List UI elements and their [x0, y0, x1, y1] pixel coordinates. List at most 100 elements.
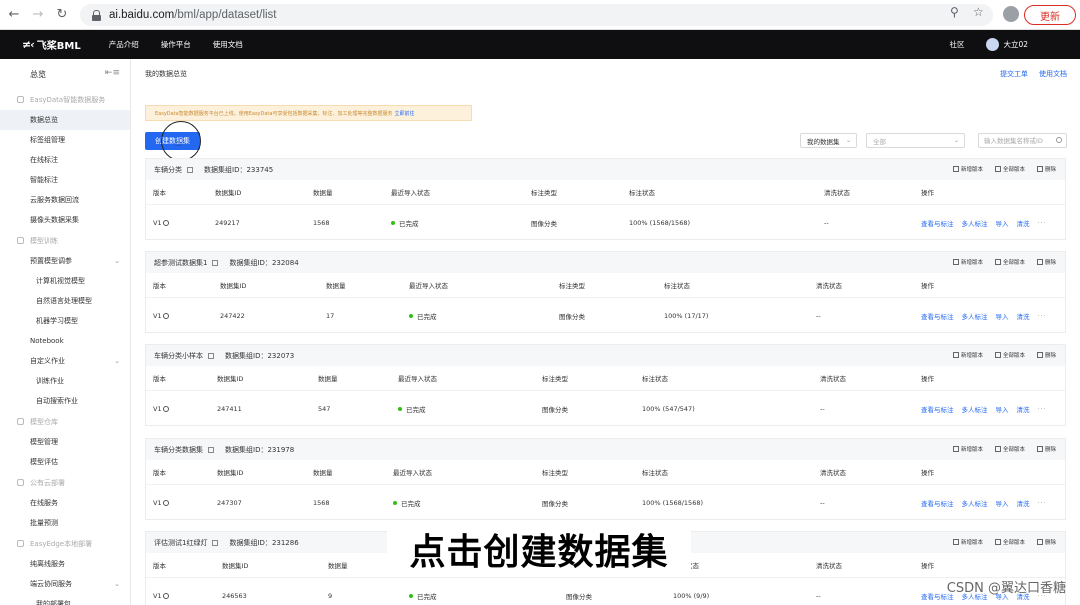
- topnav-item-docs[interactable]: 使用文档: [213, 39, 243, 50]
- edit-icon[interactable]: [208, 446, 214, 453]
- topnav-item-intro[interactable]: 产品介绍: [109, 39, 139, 50]
- profile-icon[interactable]: [1003, 6, 1019, 22]
- search-input[interactable]: [978, 133, 1067, 148]
- sidebar-item[interactable]: 自然语言处理模型: [0, 291, 130, 311]
- add-version-button[interactable]: 新增版本: [952, 445, 983, 453]
- version-cell[interactable]: V1: [153, 578, 169, 605]
- view-label-link[interactable]: 查看与标注: [921, 498, 954, 508]
- avatar[interactable]: [986, 38, 1000, 51]
- more-icon[interactable]: ···: [1038, 405, 1047, 413]
- sidebar-item[interactable]: 端云协同服务 ⌄: [0, 574, 130, 594]
- sidebar-item[interactable]: Notebook: [0, 331, 130, 351]
- sidebar-item[interactable]: 批量预测: [0, 513, 130, 533]
- version-more-icon[interactable]: [162, 405, 169, 412]
- community-link[interactable]: 社区: [949, 39, 964, 50]
- dataset-type-select[interactable]: 全部 ⌄: [866, 133, 965, 148]
- all-versions-button[interactable]: 全部版本: [994, 165, 1025, 173]
- multi-label-link[interactable]: 多人标注: [962, 498, 988, 508]
- sidebar-item-label: 智能标注: [30, 176, 58, 184]
- sidebar-item[interactable]: 标签组管理: [0, 130, 130, 150]
- edit-icon[interactable]: [187, 166, 193, 173]
- sidebar-item[interactable]: 计算机视觉模型: [0, 271, 130, 291]
- notice-link[interactable]: 立即前往: [394, 110, 414, 117]
- docs-link[interactable]: 使用文档: [1039, 69, 1067, 79]
- add-version-button[interactable]: 新增版本: [952, 351, 983, 359]
- version-more-icon[interactable]: [162, 219, 169, 226]
- view-label-link[interactable]: 查看与标注: [921, 404, 954, 414]
- reload-icon[interactable]: ↻: [52, 5, 72, 25]
- collapse-menu-icon[interactable]: ⇤≡: [105, 68, 120, 78]
- all-versions-button[interactable]: 全部版本: [994, 258, 1025, 266]
- user-name[interactable]: 大立02: [1003, 39, 1028, 50]
- sidebar-item[interactable]: 自动搜索作业: [0, 391, 130, 411]
- topnav-item-platform[interactable]: 操作平台: [161, 39, 191, 50]
- sidebar-item[interactable]: 摄像头数据采集: [0, 210, 130, 230]
- sidebar-item[interactable]: 我的部署包: [0, 594, 130, 605]
- all-versions-button[interactable]: 全部版本: [994, 351, 1025, 359]
- delete-button[interactable]: 删除: [1036, 445, 1056, 453]
- address-bar[interactable]: ai.baidu.com/bml/app/dataset/list: [80, 4, 993, 26]
- sidebar-item[interactable]: 预置模型调参 ⌄: [0, 251, 130, 271]
- sidebar-item[interactable]: 模型管理: [0, 432, 130, 452]
- import-link[interactable]: 导入: [996, 311, 1009, 321]
- bookmark-star-icon[interactable]: ☆: [973, 5, 984, 19]
- more-icon[interactable]: ···: [1038, 499, 1047, 507]
- sidebar-item[interactable]: 在线标注: [0, 150, 130, 170]
- version-cell[interactable]: V1: [153, 391, 169, 426]
- sidebar-item[interactable]: 自定义作业 ⌄: [0, 351, 130, 371]
- dataset-scope-select[interactable]: 我的数据集 ⌄: [800, 133, 857, 148]
- version-more-icon[interactable]: [162, 312, 169, 319]
- forward-arrow-icon[interactable]: →: [28, 5, 48, 25]
- edit-icon[interactable]: [208, 352, 214, 359]
- row-operations: 查看与标注 多人标注 导入 清洗 ···: [921, 391, 1047, 426]
- edit-icon[interactable]: [212, 539, 219, 546]
- add-version-button[interactable]: 新增版本: [952, 538, 983, 546]
- table-row: V1 249217 1568 已完成 图像分类 100% (1568/1568) -- 查看与…: [146, 204, 1065, 240]
- more-icon[interactable]: ···: [1038, 312, 1047, 320]
- all-versions-button[interactable]: 全部版本: [994, 445, 1025, 453]
- view-label-link[interactable]: 查看与标注: [921, 311, 954, 321]
- sidebar-item[interactable]: 模型评估: [0, 452, 130, 472]
- import-link[interactable]: 导入: [996, 404, 1009, 414]
- add-version-button[interactable]: 新增版本: [952, 165, 983, 173]
- version-more-icon[interactable]: [162, 592, 169, 599]
- add-version-button[interactable]: 新增版本: [952, 258, 983, 266]
- delete-button[interactable]: 删除: [1036, 165, 1056, 173]
- multi-label-link[interactable]: 多人标注: [962, 218, 988, 228]
- clean-link[interactable]: 清洗: [1017, 311, 1030, 321]
- sidebar-item[interactable]: 智能标注: [0, 170, 130, 190]
- clean-link[interactable]: 清洗: [1017, 404, 1030, 414]
- clean-link[interactable]: 清洗: [1017, 218, 1030, 228]
- all-versions-button[interactable]: 全部版本: [994, 538, 1025, 546]
- sidebar-item[interactable]: 训练作业: [0, 371, 130, 391]
- version-cell[interactable]: V1: [153, 205, 169, 240]
- view-label-link[interactable]: 查看与标注: [921, 218, 954, 228]
- version-more-icon[interactable]: [162, 499, 169, 506]
- delete-button[interactable]: 删除: [1036, 351, 1056, 359]
- sidebar-item[interactable]: 云服务数据回流: [0, 190, 130, 210]
- delete-button[interactable]: 删除: [1036, 258, 1056, 266]
- sidebar-item[interactable]: 数据总览: [0, 110, 130, 130]
- zoom-icon[interactable]: ⚲: [950, 5, 959, 19]
- more-icon[interactable]: ···: [1038, 219, 1047, 227]
- edit-icon[interactable]: [212, 259, 219, 266]
- clean-link[interactable]: 清洗: [1017, 498, 1030, 508]
- sidebar-header[interactable]: 总览 ⇤≡: [0, 59, 130, 89]
- import-link[interactable]: 导入: [996, 498, 1009, 508]
- version-cell[interactable]: V1: [153, 298, 169, 333]
- sidebar-item[interactable]: 纯离线服务: [0, 554, 130, 574]
- multi-label-link[interactable]: 多人标注: [962, 404, 988, 414]
- version-cell[interactable]: V1: [153, 485, 169, 520]
- logo[interactable]: ≠‹ 飞桨BML: [22, 37, 81, 52]
- dataset-card: 车辆分类 数据集组ID： 233745 新增版本 全部版本 删除 版本 数据集ID 数据量 最近导…: [145, 158, 1066, 240]
- submit-ticket-link[interactable]: 提交工单: [1000, 69, 1028, 79]
- back-arrow-icon[interactable]: ←: [4, 5, 24, 25]
- sidebar-item[interactable]: 机器学习模型: [0, 311, 130, 331]
- search-icon[interactable]: [1056, 137, 1062, 143]
- multi-label-link[interactable]: 多人标注: [962, 311, 988, 321]
- sidebar-item[interactable]: 在线服务: [0, 493, 130, 513]
- import-link[interactable]: 导入: [996, 218, 1009, 228]
- column-header: 版本: [153, 469, 166, 477]
- update-button[interactable]: 更新: [1024, 5, 1076, 25]
- delete-button[interactable]: 删除: [1036, 538, 1056, 546]
